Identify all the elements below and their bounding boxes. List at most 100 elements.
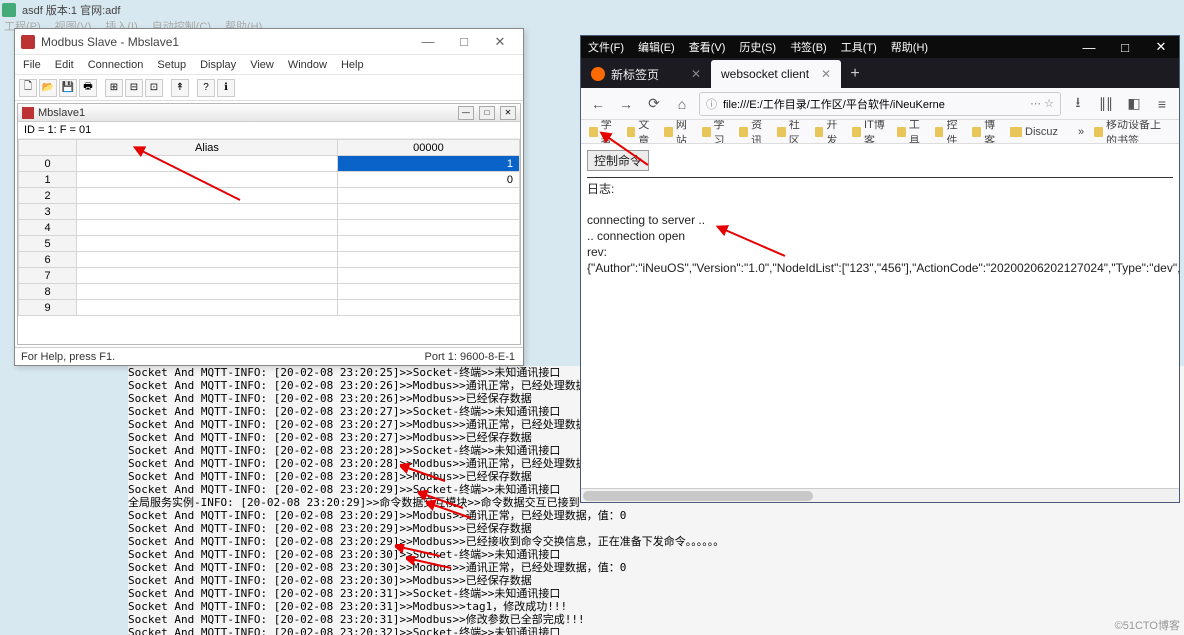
log-line: .. connection open	[587, 228, 1173, 244]
window-controls: — □ ✕	[411, 32, 517, 52]
menu-setup[interactable]: Setup	[157, 59, 186, 71]
bookmark-item[interactable]: 社区	[777, 120, 805, 144]
modbus-menubar[interactable]: File Edit Connection Setup Display View …	[15, 55, 523, 75]
bookmark-item[interactable]: 工具	[897, 120, 925, 144]
menu-display[interactable]: Display	[200, 59, 236, 71]
bookmark-mobile[interactable]: 移动设备上的书签	[1094, 120, 1171, 144]
new-tab-button[interactable]: +	[841, 60, 869, 88]
ff-menu-edit[interactable]: 编辑(E)	[631, 39, 682, 55]
library-icon[interactable]: ∥∥	[1095, 93, 1117, 115]
ff-max-button[interactable]: □	[1107, 36, 1143, 58]
ff-menu-view[interactable]: 查看(V)	[682, 39, 733, 55]
bookmark-item[interactable]: 学者	[589, 120, 617, 144]
bookmark-item[interactable]: 网站	[664, 120, 692, 144]
menu-conn[interactable]: Connection	[88, 59, 144, 71]
ff-menu-bookmarks[interactable]: 书签(B)	[783, 39, 834, 55]
tb-save-icon[interactable]: 💾	[59, 79, 77, 97]
tab-websocket[interactable]: websocket client ✕	[711, 60, 841, 88]
ff-close-button[interactable]: ✕	[1143, 36, 1179, 58]
log-line: {"Author":"iNeuOS","Version":"1.0","Node…	[587, 260, 1173, 276]
ff-menubar[interactable]: 文件(F) 编辑(E) 查看(V) 历史(S) 书签(B) 工具(T) 帮助(H…	[581, 36, 1179, 58]
doc-close-button[interactable]: ✕	[500, 106, 516, 120]
log-label: 日志:	[587, 180, 1173, 197]
back-button[interactable]: ←	[587, 93, 609, 115]
page-content: 控制命令 日志: connecting to server .. .. conn…	[581, 144, 1179, 488]
bookmark-item[interactable]: 博客	[972, 120, 1000, 144]
status-right: Port 1: 9600-8-E-1	[425, 351, 524, 363]
modbus-toolbar[interactable]: 🗋 📂 💾 🖶 ⊞ ⊟ ⊡ ↟ ? ℹ	[15, 75, 523, 101]
doc-window: Mbslave1 — □ ✕ ID = 1: F = 01 Alias00000…	[17, 103, 521, 345]
tab-label: websocket client	[721, 67, 809, 81]
menu-file[interactable]: File	[23, 59, 41, 71]
modbus-icon	[21, 35, 35, 49]
log-line: rev:	[587, 244, 1173, 260]
doc-max-button[interactable]: □	[479, 106, 495, 120]
address-bar-row: ← → ⟳ ⌂ ⓘ file:///E:/工作目录/工作区/平台软件/iNeuK…	[581, 88, 1179, 120]
app-icon	[2, 3, 16, 17]
menu-window[interactable]: Window	[288, 59, 327, 71]
watermark: ©51CTO博客	[1115, 617, 1180, 633]
doc-title-text: Mbslave1	[38, 107, 452, 119]
bg-window-title: asdf 版本:1 官网:adf	[2, 2, 120, 18]
bookmark-item[interactable]: IT博客	[852, 120, 887, 144]
tb-upload-icon[interactable]: ↟	[171, 79, 189, 97]
info-icon[interactable]: ⓘ	[706, 96, 717, 112]
status-left: For Help, press F1.	[15, 351, 425, 363]
tb-disconnect-icon[interactable]: ⊟	[125, 79, 143, 97]
firefox-icon	[591, 67, 605, 81]
bookmark-item[interactable]: 文章	[627, 120, 655, 144]
ff-tabstrip[interactable]: 新标签页 ✕ websocket client ✕ +	[581, 58, 1179, 88]
chevron-icon[interactable]: »	[1078, 126, 1084, 138]
status-bar: For Help, press F1. Port 1: 9600-8-E-1	[15, 347, 523, 365]
menu-view[interactable]: View	[250, 59, 274, 71]
firefox-window: 文件(F) 编辑(E) 查看(V) 历史(S) 书签(B) 工具(T) 帮助(H…	[580, 35, 1180, 503]
doc-titlebar[interactable]: Mbslave1 — □ ✕	[18, 104, 520, 122]
tb-connect-icon[interactable]: ⊞	[105, 79, 123, 97]
ff-menu-tools[interactable]: 工具(T)	[834, 39, 884, 55]
bookmarks-bar[interactable]: 学者文章网站学习资讯社区开发 IT博客工具控件博客 Discuz » 移动设备上的书签	[581, 120, 1179, 144]
tab-close-icon[interactable]: ✕	[821, 67, 831, 81]
tab-label: 新标签页	[611, 66, 659, 83]
close-button[interactable]: ✕	[483, 32, 517, 52]
horizontal-scrollbar[interactable]	[581, 488, 1179, 502]
tb-print-icon[interactable]: 🖶	[79, 79, 97, 97]
ff-menu-file[interactable]: 文件(F)	[581, 39, 631, 55]
modbus-titlebar[interactable]: Modbus Slave - Mbslave1 — □ ✕	[15, 29, 523, 55]
bookmark-item[interactable]: 学习	[702, 120, 730, 144]
menu-icon[interactable]: ≡	[1151, 93, 1173, 115]
minimize-button[interactable]: —	[411, 32, 445, 52]
ff-menu-history[interactable]: 历史(S)	[732, 39, 783, 55]
tb-help-icon[interactable]: ?	[197, 79, 215, 97]
bookmark-item[interactable]: 资讯	[739, 120, 767, 144]
modbus-window: Modbus Slave - Mbslave1 — □ ✕ File Edit …	[14, 28, 524, 366]
ff-menu-help[interactable]: 帮助(H)	[884, 39, 935, 55]
doc-min-button[interactable]: —	[458, 106, 474, 120]
ff-min-button[interactable]: —	[1071, 36, 1107, 58]
control-command-button[interactable]: 控制命令	[587, 150, 649, 171]
reload-button[interactable]: ⟳	[643, 93, 665, 115]
bookmark-item[interactable]: Discuz	[1010, 126, 1058, 138]
url-text: file:///E:/工作目录/工作区/平台软件/iNeuKerne	[723, 96, 945, 112]
doc-icon	[22, 107, 34, 119]
tb-open-icon[interactable]: 📂	[39, 79, 57, 97]
register-table[interactable]: Alias00000011023456789	[18, 139, 520, 316]
tab-newtab[interactable]: 新标签页 ✕	[581, 60, 711, 88]
forward-button[interactable]: →	[615, 93, 637, 115]
id-line: ID = 1: F = 01	[18, 122, 520, 139]
tb-new-icon[interactable]: 🗋	[19, 79, 37, 97]
tab-close-icon[interactable]: ✕	[691, 67, 701, 81]
bookmark-item[interactable]: 开发	[815, 120, 843, 144]
tb-settings-icon[interactable]: ⊡	[145, 79, 163, 97]
maximize-button[interactable]: □	[447, 32, 481, 52]
url-bar[interactable]: ⓘ file:///E:/工作目录/工作区/平台软件/iNeuKerne ⋯ ☆	[699, 92, 1061, 116]
log-line: connecting to server ..	[587, 212, 1173, 228]
bg-title-text: asdf 版本:1 官网:adf	[22, 2, 120, 18]
downloads-icon[interactable]: ⭳	[1067, 93, 1089, 115]
bookmark-item[interactable]: 控件	[935, 120, 963, 144]
modbus-title-text: Modbus Slave - Mbslave1	[41, 35, 405, 49]
sidebar-icon[interactable]: ◧	[1123, 93, 1145, 115]
tb-about-icon[interactable]: ℹ	[217, 79, 235, 97]
menu-edit[interactable]: Edit	[55, 59, 74, 71]
menu-help[interactable]: Help	[341, 59, 364, 71]
home-button[interactable]: ⌂	[671, 93, 693, 115]
